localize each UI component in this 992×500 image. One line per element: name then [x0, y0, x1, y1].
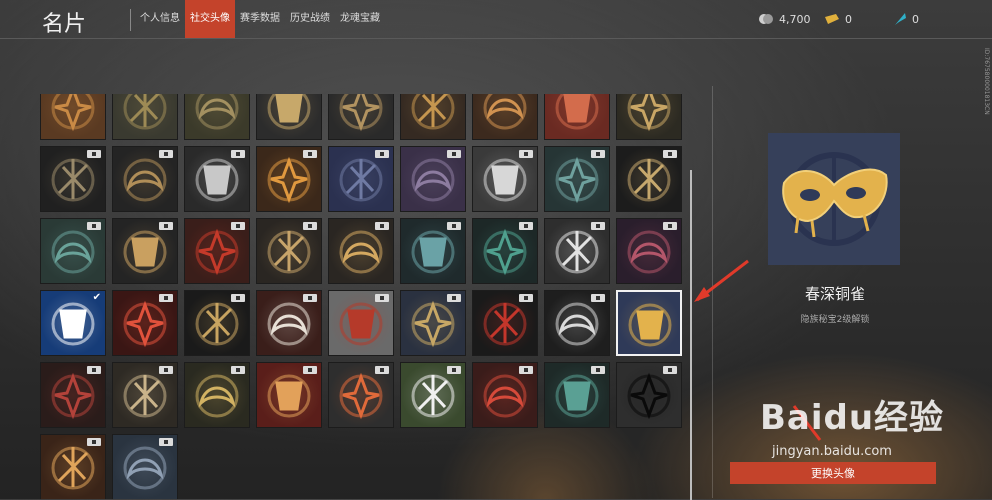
red-arrow-icon — [694, 259, 749, 302]
baidu-watermark-url: jingyan.baidu.com — [772, 444, 892, 459]
baidu-watermark-logo: Baidu经验 — [760, 398, 945, 438]
